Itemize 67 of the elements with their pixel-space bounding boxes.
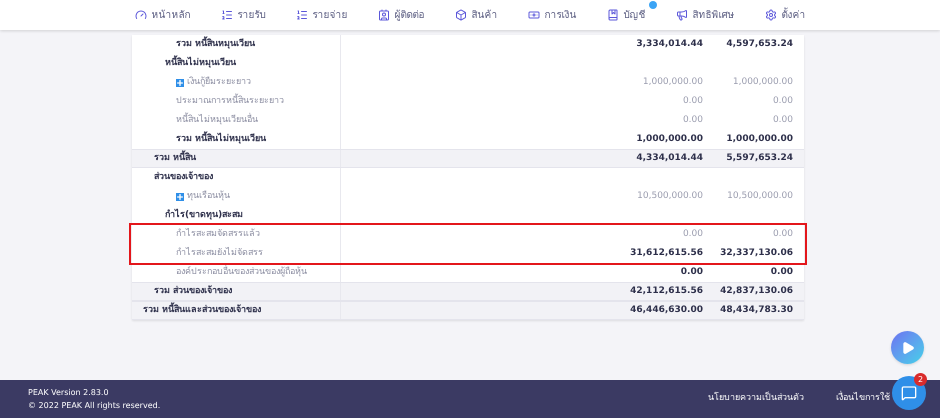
account-label: รวม หนี้สินหมุนเวียน [176, 38, 256, 52]
account-label: ส่วนของเจ้าของ [154, 170, 213, 184]
amount-cell-text: 10,500,000.00 [636, 190, 703, 203]
box-icon [454, 9, 466, 21]
account-label: องค์ประกอบอื่นของส่วนของผู้ถือหุ้น [176, 266, 307, 279]
account-label: ทุนเรือนหุ้น [187, 190, 230, 203]
nav-item[interactable]: รายรับ [208, 8, 278, 22]
amount-cell-text: 0.00 [772, 114, 793, 127]
amount-cell-text: 0.00 [772, 228, 793, 241]
expand-icon[interactable] [176, 78, 184, 86]
nav-item[interactable]: รายจ่าย [282, 8, 360, 22]
account-label: กำไรสะสมจัดสรรแล้ว [176, 228, 260, 241]
account-label: กำไร(ขาดทุน)สะสม [165, 208, 244, 222]
amount-cell-text: 1,000,000.00 [635, 132, 703, 146]
amount-cell-text: 10,500,000.00 [726, 190, 793, 203]
amount-cell-text: 4,334,014.44 [635, 152, 703, 165]
amount-cell-text: 0.00 [682, 114, 703, 127]
amount-cell-text: 42,837,130.06 [719, 284, 793, 298]
account-label: รวม ส่วนของเจ้าของ [154, 284, 232, 298]
amount-cell-text: 4,597,653.24 [725, 38, 793, 51]
nav-item[interactable]: ผู้ติดต่อ [364, 8, 438, 22]
megaphone-icon [676, 9, 688, 21]
expand-icon[interactable] [176, 192, 184, 200]
account-label: รวม หนี้สินและส่วนของเจ้าของ [143, 304, 262, 318]
amount-cell-text: 3,334,014.44 [635, 38, 703, 51]
amount-cell-text: 42,112,615.56 [629, 284, 703, 298]
amount-cell-text: 32,337,130.06 [719, 246, 793, 260]
nav-item[interactable]: การเงิน [514, 8, 590, 22]
amount-cell-text: 5,597,653.24 [725, 152, 793, 165]
amount-cell-text: 0.00 [772, 94, 793, 108]
version-text: PEAK Version 2.83.0 [28, 387, 110, 399]
play-button[interactable] [891, 331, 924, 364]
nav-item[interactable]: ตั้งค่า [752, 8, 818, 22]
gauge-icon [134, 9, 146, 21]
amount-cell-text: 48,434,783.30 [719, 304, 793, 317]
list-icon [220, 9, 232, 21]
amount-cell-text: 1,000,000.00 [732, 76, 793, 89]
settings-icon [764, 9, 776, 21]
amount-cell-text: 0.00 [682, 228, 703, 241]
banknote-icon [528, 9, 540, 21]
account-label: ประมาณการหนี้สินระยะยาว [176, 94, 284, 108]
book-icon [606, 9, 618, 21]
footer-link[interactable]: นโยบายความเป็นส่วนตัว [708, 392, 804, 406]
amount-cell-text: 0.00 [680, 266, 703, 279]
account-label: รวม หนี้สินไม่หมุนเวียน [176, 132, 266, 146]
amount-cell-text: 1,000,000.00 [642, 76, 703, 89]
account-label: เงินกู้ยืมระยะยาว [187, 76, 251, 89]
contact-card-icon [378, 9, 390, 21]
play-icon [900, 340, 914, 354]
account-label: รวม หนี้สิน [154, 152, 196, 166]
account-label: หนี้สินไม่หมุนเวียนอื่น [176, 114, 258, 127]
account-label: หนี้สินไม่หมุนเวียน [165, 56, 236, 70]
copyright-text: © 2022 PEAK All rights reserved. [28, 400, 160, 412]
amount-cell-text: 0.00 [770, 266, 793, 279]
nav-item[interactable]: สินค้า [442, 8, 510, 22]
amount-cell-text: 31,612,615.56 [629, 246, 703, 260]
nav-item[interactable]: หน้าหลัก [122, 8, 204, 22]
list-icon [296, 9, 308, 21]
chat-badge: 2 [914, 373, 927, 386]
amount-cell-text: 46,446,630.00 [629, 304, 703, 317]
footer-link[interactable]: เงื่อนไขการใช้ [836, 392, 890, 406]
nav-item[interactable]: บัญชี [594, 8, 658, 22]
chat-icon [901, 385, 917, 401]
amount-cell-text: 1,000,000.00 [725, 132, 793, 146]
nav-item[interactable]: สิทธิพิเศษ [662, 8, 748, 22]
account-label: กำไรสะสมยังไม่จัดสรร [176, 246, 263, 260]
amount-cell-text: 0.00 [682, 94, 703, 108]
